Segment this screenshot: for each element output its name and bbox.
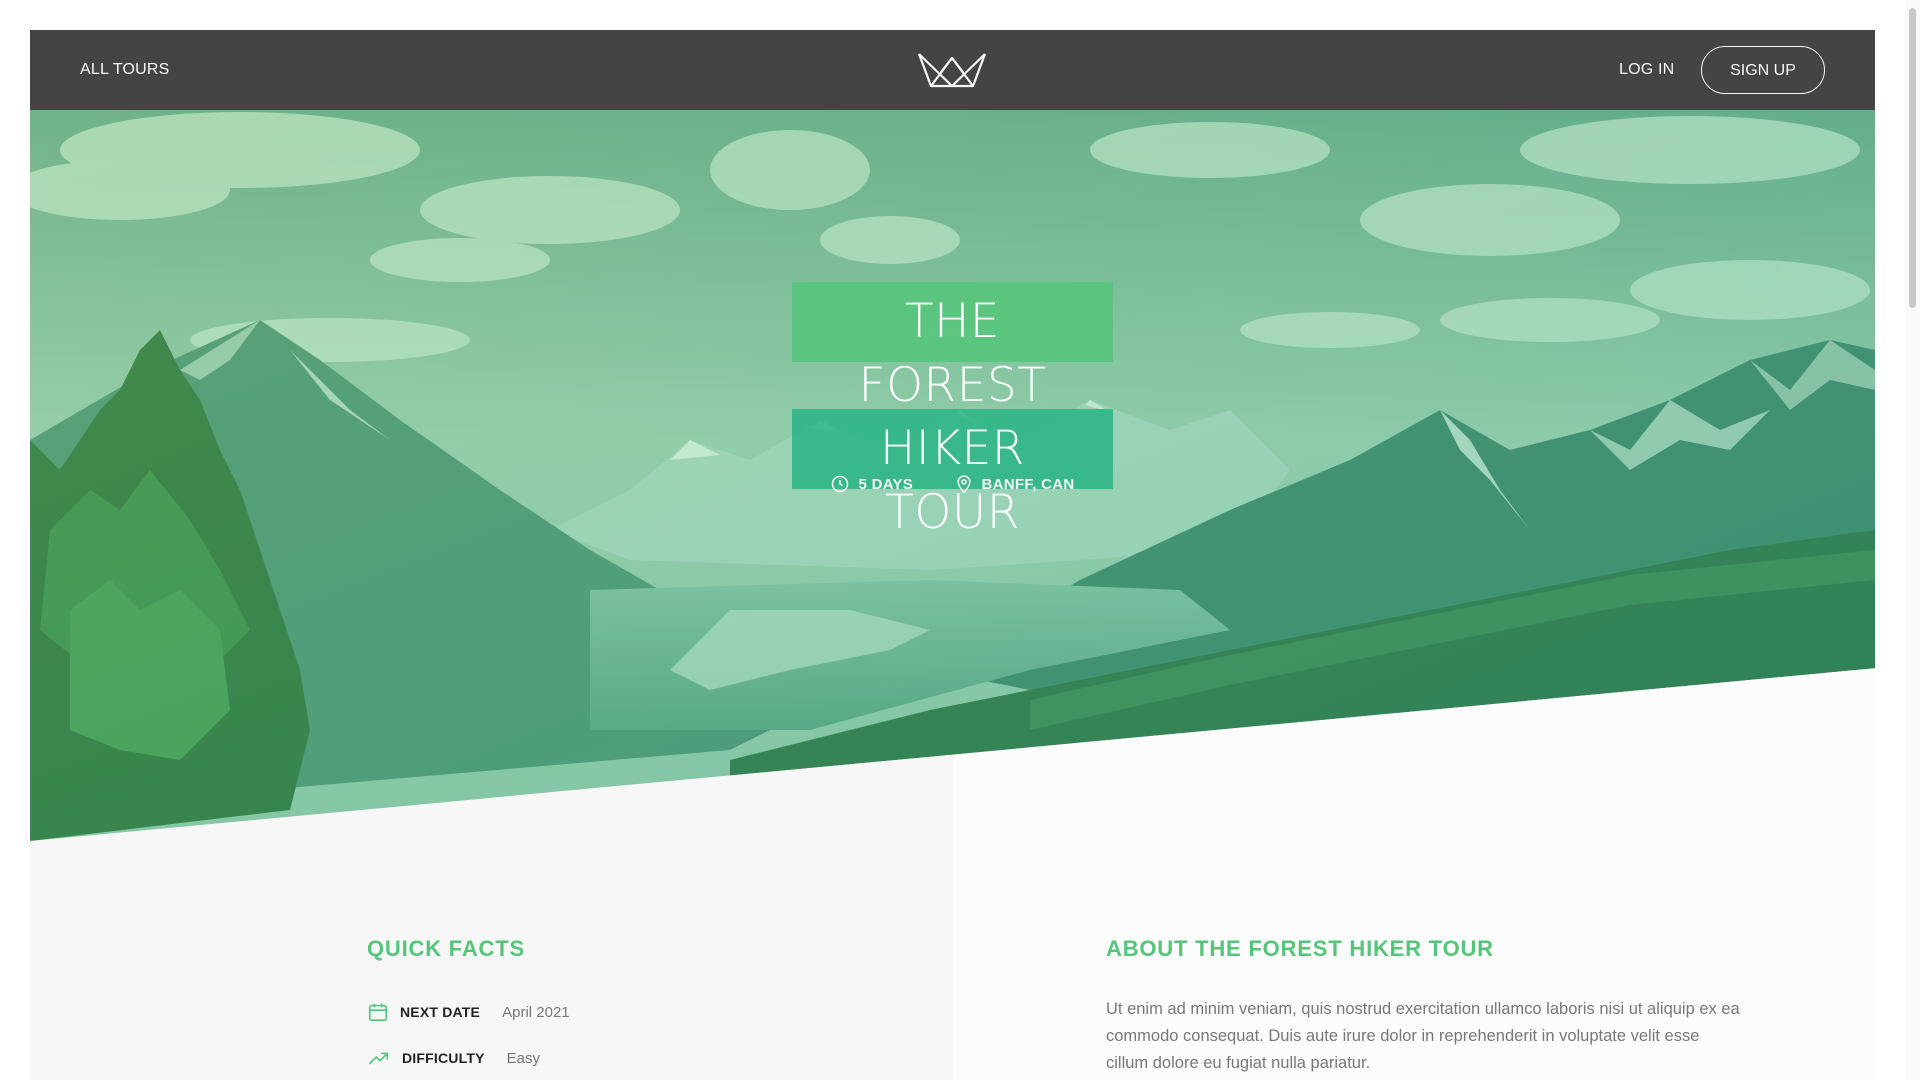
scrollbar-thumb[interactable] — [1909, 8, 1916, 308]
hero-details: 5 DAYS BANFF, CAN — [30, 474, 1875, 498]
tour-title-line-1: THE FOREST — [792, 282, 1113, 413]
page-scrollbar[interactable] — [1905, 0, 1920, 1080]
trending-up-icon — [369, 1052, 389, 1065]
site-header: ALL TOURS LOG IN SIGN UP — [30, 30, 1875, 110]
fact-difficulty: DIFFICULTY Easy — [367, 1046, 540, 1070]
fact-value: April 2021 — [502, 1003, 570, 1021]
signup-button[interactable]: SIGN UP — [1701, 46, 1825, 94]
crown-logo-icon[interactable] — [917, 50, 987, 90]
duration-detail: 5 DAYS — [830, 474, 913, 494]
calendar-icon — [368, 1003, 388, 1022]
fact-label: NEXT DATE — [400, 1004, 481, 1020]
login-link[interactable]: LOG IN — [1619, 30, 1674, 110]
fact-next-date: NEXT DATE April 2021 — [367, 1000, 570, 1024]
clock-icon — [832, 475, 849, 493]
all-tours-link[interactable]: ALL TOURS — [80, 30, 170, 110]
duration-text: 5 DAYS — [858, 475, 914, 493]
about-heading: ABOUT THE FOREST HIKER TOUR — [1106, 936, 1494, 961]
location-detail: BANFF, CAN — [954, 474, 1075, 494]
quick-facts-heading: QUICK FACTS — [367, 936, 525, 961]
location-text: BANFF, CAN — [981, 475, 1075, 493]
map-pin-icon — [956, 475, 971, 494]
fact-label: DIFFICULTY — [402, 1050, 485, 1066]
page-frame: ALL TOURS LOG IN SIGN UP THE FOREST HIKE… — [30, 30, 1875, 1080]
fact-value: Easy — [506, 1049, 540, 1067]
about-description: Ut enim ad minim veniam, quis nostrud ex… — [1106, 1000, 1740, 1072]
